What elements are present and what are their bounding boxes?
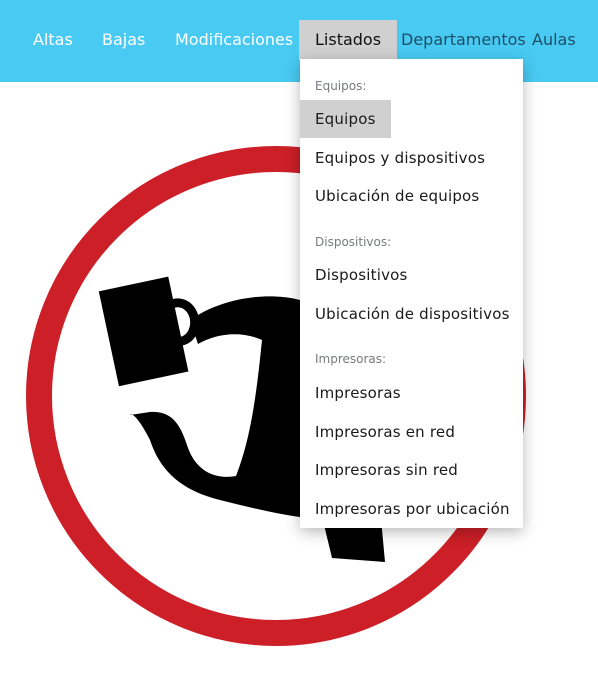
dropdown-header-equipos: Equipos: [315,79,367,93]
dropdown-header-impresoras: Impresoras: [315,352,387,366]
nav-aulas[interactable]: Aulas [532,20,576,60]
nav-listados[interactable]: Listados [299,20,398,60]
menu-item-impresoras-por-ubicacion[interactable]: Impresoras por ubicación [300,490,525,528]
nav-altas[interactable]: Altas [33,20,73,60]
briefcase-icon [98,276,200,387]
listados-dropdown-menu: Equipos: Equipos Equipos y dispositivos … [300,59,523,528]
nav-bajas[interactable]: Bajas [102,20,145,60]
dropdown-header-dispositivos: Dispositivos: [315,235,392,249]
menu-item-equipos[interactable]: Equipos [300,100,391,138]
menu-item-impresoras-en-red[interactable]: Impresoras en red [300,413,470,451]
page: Altas Bajas Modificaciones Listados Depa… [0,0,598,677]
menu-item-impresoras[interactable]: Impresoras [300,374,416,412]
nav-departamentos[interactable]: Departamentos [401,20,526,60]
menu-item-impresoras-sin-red[interactable]: Impresoras sin red [300,451,473,489]
menu-item-dispositivos[interactable]: Dispositivos [300,256,423,294]
nav-modificaciones[interactable]: Modificaciones [175,20,293,60]
menu-item-ubicacion-de-equipos[interactable]: Ubicación de equipos [300,177,494,215]
menu-item-equipos-y-dispositivos[interactable]: Equipos y dispositivos [300,139,500,177]
menu-item-ubicacion-de-dispositivos[interactable]: Ubicación de dispositivos [300,295,525,333]
